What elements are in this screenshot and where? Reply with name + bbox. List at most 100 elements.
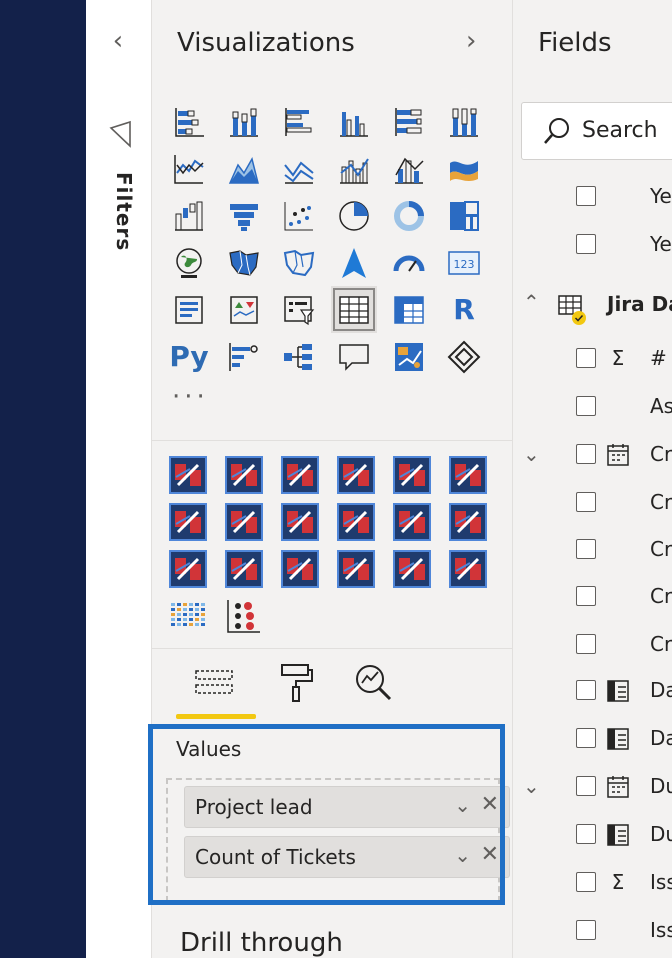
field-checkbox[interactable] bbox=[576, 920, 596, 940]
paginated-report-icon[interactable] bbox=[441, 333, 487, 380]
table-icon bbox=[558, 295, 586, 325]
field-checkbox[interactable] bbox=[576, 492, 596, 512]
field-checkbox[interactable] bbox=[576, 824, 596, 844]
field-checkbox[interactable] bbox=[576, 444, 596, 464]
field-row[interactable]: Ye bbox=[513, 178, 672, 222]
custom-visual-icon[interactable] bbox=[280, 502, 320, 542]
stacked-bar-icon[interactable] bbox=[166, 98, 212, 145]
treemap-icon[interactable] bbox=[441, 192, 487, 239]
python-visual-icon[interactable]: Py bbox=[166, 333, 212, 380]
custom-visual-icon[interactable] bbox=[280, 455, 320, 495]
chevron-left-icon[interactable]: ‹ bbox=[106, 28, 130, 54]
slicer-icon[interactable] bbox=[276, 286, 322, 333]
custom-visual-icon[interactable] bbox=[448, 455, 488, 495]
area-chart-icon[interactable] bbox=[221, 145, 267, 192]
field-row[interactable]: Du bbox=[513, 816, 672, 860]
field-row[interactable]: As bbox=[513, 388, 672, 432]
filled-map-icon[interactable] bbox=[221, 239, 267, 286]
filters-pane[interactable]: ‹ Filters bbox=[86, 0, 152, 958]
custom-visual-icon[interactable] bbox=[336, 549, 376, 589]
field-checkbox[interactable] bbox=[576, 234, 596, 254]
funnel-chart-icon[interactable] bbox=[221, 192, 267, 239]
custom-visual-icon[interactable] bbox=[224, 502, 264, 542]
waterfall-icon[interactable] bbox=[166, 192, 212, 239]
matrix-icon[interactable] bbox=[386, 286, 432, 333]
custom-visual-icon[interactable] bbox=[392, 549, 432, 589]
stacked-area-icon[interactable] bbox=[276, 145, 322, 192]
kpi-icon[interactable] bbox=[221, 286, 267, 333]
clustered-column-icon[interactable] bbox=[331, 98, 377, 145]
field-checkbox[interactable] bbox=[576, 680, 596, 700]
fields-well-tab[interactable] bbox=[188, 660, 240, 706]
clustered-bar-icon[interactable] bbox=[276, 98, 322, 145]
line-clustered-column-icon[interactable] bbox=[386, 145, 432, 192]
field-row[interactable]: Cr bbox=[513, 578, 672, 622]
chevron-right-icon[interactable]: › bbox=[466, 26, 476, 56]
format-tab[interactable] bbox=[270, 660, 322, 706]
custom-visual-icon[interactable] bbox=[224, 455, 264, 495]
pie-chart-icon[interactable] bbox=[331, 192, 377, 239]
field-row[interactable]: Ye bbox=[513, 226, 672, 270]
field-row[interactable]: Σ # ( bbox=[513, 340, 672, 384]
field-row[interactable]: Cr bbox=[513, 626, 672, 670]
custom-visual-icon[interactable] bbox=[280, 549, 320, 589]
field-checkbox[interactable] bbox=[576, 634, 596, 654]
line-column-icon[interactable] bbox=[331, 145, 377, 192]
custom-visual-icon[interactable] bbox=[168, 549, 208, 589]
field-row[interactable]: Da bbox=[513, 672, 672, 716]
chevron-down-icon[interactable]: ⌄ bbox=[523, 774, 540, 798]
table-icon[interactable] bbox=[331, 286, 377, 333]
field-checkbox[interactable] bbox=[576, 396, 596, 416]
r-visual-icon[interactable]: R bbox=[441, 286, 487, 333]
field-checkbox[interactable] bbox=[576, 776, 596, 796]
field-row[interactable]: Da bbox=[513, 720, 672, 764]
decomposition-tree-icon[interactable] bbox=[276, 333, 322, 380]
100pct-bar-icon[interactable] bbox=[386, 98, 432, 145]
field-checkbox[interactable] bbox=[576, 539, 596, 559]
smart-narrative-icon[interactable] bbox=[386, 333, 432, 380]
filters-label[interactable]: Filters bbox=[96, 172, 136, 262]
field-row[interactable]: Cr bbox=[513, 484, 672, 528]
field-name: Cr bbox=[650, 442, 672, 466]
custom-visual-icon[interactable] bbox=[336, 502, 376, 542]
chevron-down-icon[interactable]: ⌄ bbox=[523, 442, 540, 466]
custom-visual-icon[interactable] bbox=[392, 502, 432, 542]
field-row[interactable]: ⌄ Cr bbox=[513, 436, 672, 480]
key-influencers-icon[interactable] bbox=[221, 333, 267, 380]
heatmap-custom-icon[interactable] bbox=[168, 596, 208, 636]
dot-custom-icon[interactable] bbox=[224, 596, 264, 636]
stacked-column-icon[interactable] bbox=[221, 98, 267, 145]
custom-visual-icon[interactable] bbox=[168, 455, 208, 495]
search-input[interactable]: Search bbox=[521, 102, 672, 160]
field-row[interactable]: Σ Iss bbox=[513, 864, 672, 908]
ribbon-chart-icon[interactable] bbox=[441, 145, 487, 192]
gauge-icon[interactable] bbox=[386, 239, 432, 286]
custom-visual-icon[interactable] bbox=[336, 455, 376, 495]
field-row[interactable]: Iss bbox=[513, 912, 672, 956]
shape-map-icon[interactable] bbox=[276, 239, 322, 286]
chevron-up-icon[interactable]: ⌃ bbox=[523, 290, 540, 314]
field-checkbox[interactable] bbox=[576, 728, 596, 748]
field-row[interactable]: ⌄ Du bbox=[513, 768, 672, 812]
analytics-tab[interactable] bbox=[348, 660, 400, 706]
custom-visual-icon[interactable] bbox=[392, 455, 432, 495]
more-visuals-button[interactable]: ··· bbox=[172, 382, 209, 412]
field-checkbox[interactable] bbox=[576, 186, 596, 206]
100pct-column-icon[interactable] bbox=[441, 98, 487, 145]
multi-row-card-icon[interactable] bbox=[166, 286, 212, 333]
donut-chart-icon[interactable] bbox=[386, 192, 432, 239]
custom-visual-icon[interactable] bbox=[448, 549, 488, 589]
field-checkbox[interactable] bbox=[576, 872, 596, 892]
line-chart-icon[interactable] bbox=[166, 145, 212, 192]
field-checkbox[interactable] bbox=[576, 586, 596, 606]
field-checkbox[interactable] bbox=[576, 348, 596, 368]
custom-visual-icon[interactable] bbox=[168, 502, 208, 542]
scatter-icon[interactable] bbox=[276, 192, 322, 239]
card-icon[interactable]: 123 bbox=[441, 239, 487, 286]
custom-visual-icon[interactable] bbox=[224, 549, 264, 589]
map-icon[interactable] bbox=[166, 239, 212, 286]
azure-map-icon[interactable] bbox=[331, 239, 377, 286]
qa-icon[interactable] bbox=[331, 333, 377, 380]
field-row[interactable]: Cr bbox=[513, 531, 672, 575]
custom-visual-icon[interactable] bbox=[448, 502, 488, 542]
